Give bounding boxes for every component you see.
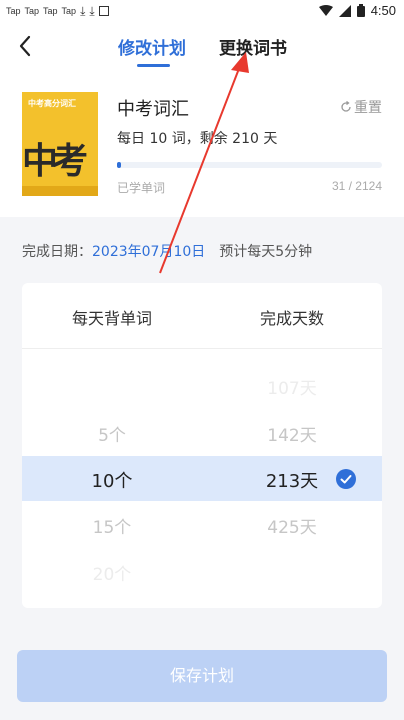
status-system: 4:50 <box>318 3 396 18</box>
finish-estimate: 预计每天5分钟 <box>219 244 313 260</box>
refresh-icon <box>341 101 351 112</box>
signal-icon <box>338 4 351 17</box>
battery-icon <box>356 4 365 17</box>
plan-picker: 每天背单词 完成天数 5个 10个 15个 20个 107天 142天 213天… <box>22 283 382 608</box>
picker-header: 每天背单词 完成天数 <box>22 283 382 349</box>
reset-label: 重置 <box>354 100 382 116</box>
progress-fill <box>117 162 121 168</box>
reset-button[interactable]: 重置 <box>340 97 382 117</box>
book-subtitle: 每日 10 词，剩余 210 天 <box>117 131 278 147</box>
notification-tap-4: Tap <box>61 6 77 16</box>
tab-edit-plan[interactable]: 修改计划 <box>118 34 186 59</box>
cover-big-text: 中考 <box>22 141 88 182</box>
book-cover: 中考高分词汇 中考 <box>22 92 98 196</box>
save-plan-button[interactable]: 保存计划 <box>17 650 387 702</box>
words-option[interactable]: 15个 <box>22 513 202 538</box>
learned-label: 已学单词 <box>117 181 166 195</box>
wifi-icon <box>318 4 333 16</box>
finish-label: 完成日期： <box>22 244 92 260</box>
learned-count: 31 / 2124 <box>331 179 382 193</box>
status-time: 4:50 <box>370 3 396 18</box>
check-icon <box>336 469 356 489</box>
back-arrow-icon[interactable] <box>18 32 44 60</box>
words-option-selected[interactable]: 10个 <box>22 467 202 493</box>
image-icon <box>98 6 109 16</box>
nav-bar: 修改计划 更换词书 <box>0 24 404 70</box>
col-words-header: 每天背单词 <box>71 309 152 328</box>
finish-info: 完成日期： 2023年07月10日 预计每天5分钟 <box>22 241 312 261</box>
status-bar: Tap Tap Tap Tap ⤓ ⤓ 4:50 <box>0 0 404 24</box>
download-icon: ⤓ <box>80 4 86 18</box>
status-notifications: Tap Tap Tap Tap ⤓ ⤓ <box>6 5 109 17</box>
book-title: 中考词汇 <box>117 99 189 120</box>
days-option[interactable]: 142天 <box>202 421 382 446</box>
days-option[interactable]: 425天 <box>202 513 382 538</box>
notification-tap-2: Tap <box>24 6 40 16</box>
finish-date: 2023年07月10日 <box>92 244 206 260</box>
cover-strip <box>22 186 98 196</box>
words-option[interactable]: 5个 <box>22 421 202 446</box>
tab-change-book[interactable]: 更换词书 <box>219 34 287 59</box>
cover-title: 中考高分词汇 <box>28 99 76 108</box>
notification-tap-3: Tap <box>43 6 58 16</box>
notification-tap-1: Tap <box>6 6 21 16</box>
words-option[interactable]: 20个 <box>22 560 202 585</box>
progress-bar <box>117 162 382 168</box>
active-tab-indicator <box>137 64 170 67</box>
download-icon: ⤓ <box>89 4 95 18</box>
days-option[interactable]: 107天 <box>202 374 382 399</box>
col-days-header: 完成天数 <box>259 309 324 328</box>
